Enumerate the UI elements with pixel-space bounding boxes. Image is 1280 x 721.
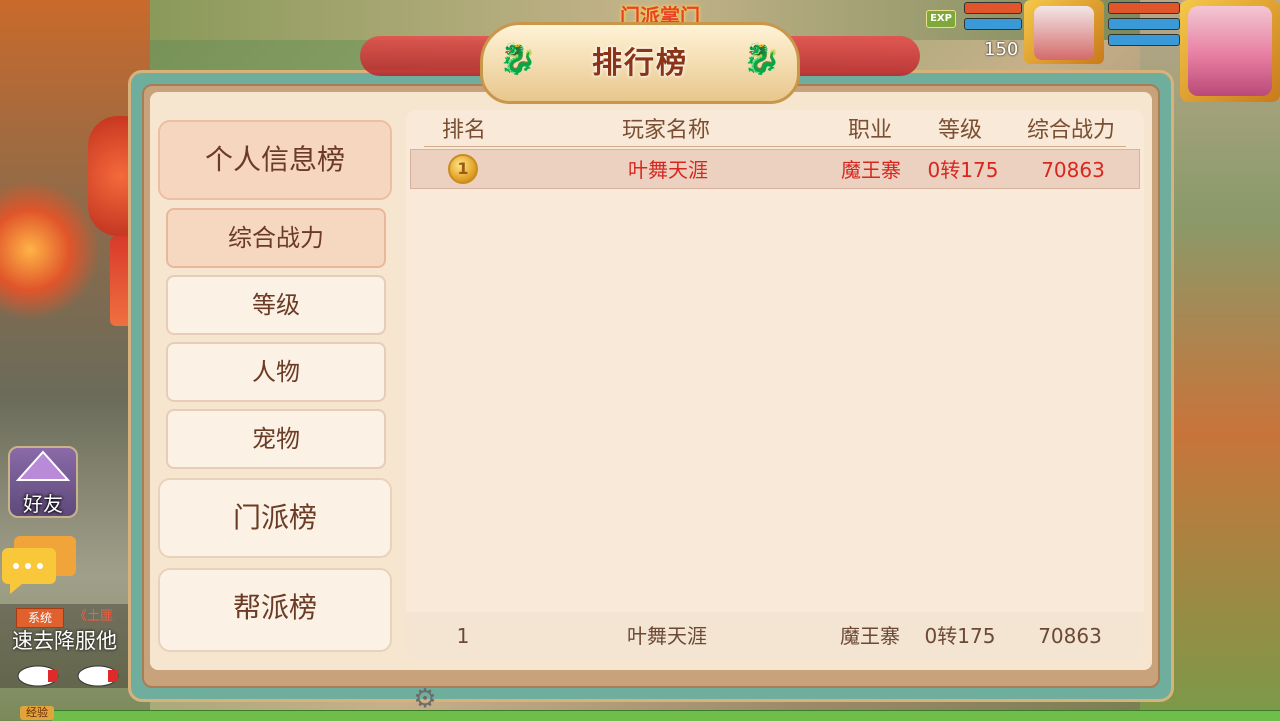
system-message: 速去降服他: [12, 629, 117, 653]
my-job: 魔王寨: [840, 624, 900, 648]
table-row[interactable]: 叶舞天涯 魔王寨 0转175 70863: [410, 149, 1140, 189]
nav-sub-combat-power[interactable]: 综合战力: [166, 208, 386, 268]
nav-sub-pet[interactable]: 宠物: [166, 409, 386, 469]
row-player-name: 叶舞天涯: [628, 158, 708, 182]
exp-label: 经验: [20, 706, 54, 720]
my-rank: 1: [456, 624, 470, 648]
nav-personal-ranking[interactable]: 个人信息榜: [158, 120, 392, 200]
friend-label: 好友: [23, 492, 63, 516]
header-player-name: 玩家名称: [621, 118, 710, 143]
straw-hat-icon: [15, 450, 71, 490]
gold-medal-icon: 1: [448, 154, 478, 184]
my-player-name: 叶舞天涯: [627, 624, 707, 648]
player-mp-bar: [964, 18, 1022, 30]
row-combat-power: 70863: [1041, 158, 1105, 182]
nav-sub-character[interactable]: 人物: [166, 342, 386, 402]
exp-progress-bar: [52, 710, 1280, 721]
table-header: 排名 玩家名称 职业 等级 综合战力: [406, 114, 1144, 148]
hero-hp-bar: [1108, 2, 1180, 14]
my-level: 0转175: [924, 624, 996, 648]
nav-guild-ranking[interactable]: 帮派榜: [158, 568, 392, 652]
header-rank: 排名: [441, 118, 486, 143]
my-combat-power: 70863: [1038, 624, 1102, 648]
panel-title: 排行榜: [592, 46, 688, 81]
header-job: 职业: [847, 118, 892, 143]
system-tag: 系统: [16, 608, 64, 628]
chat-bubble-icon[interactable]: [0, 534, 78, 596]
player-hp-bar: [964, 2, 1022, 14]
dragon-left-icon: 🐉: [499, 42, 537, 77]
system-link[interactable]: 《土匪: [74, 608, 128, 626]
ranking-table: [406, 110, 1144, 658]
pet-avatar: [1034, 6, 1094, 60]
nav-sect-ranking[interactable]: 门派榜: [158, 478, 392, 558]
exp-badge: EXP: [926, 10, 956, 28]
player-level: 150: [984, 39, 1019, 60]
header-combat-power: 综合战力: [1026, 118, 1115, 143]
hero-avatar: [1188, 6, 1272, 96]
row-level: 0转175: [927, 158, 999, 182]
header-level: 等级: [937, 118, 982, 143]
hero-mp-bar: [1108, 18, 1180, 30]
hero-sp-bar: [1108, 34, 1180, 46]
nav-sub-level[interactable]: 等级: [166, 275, 386, 335]
emote-icons: [12, 660, 122, 692]
header-divider: [424, 146, 1126, 147]
dragon-right-icon: 🐉: [743, 42, 781, 77]
row-job: 魔王寨: [841, 158, 901, 182]
